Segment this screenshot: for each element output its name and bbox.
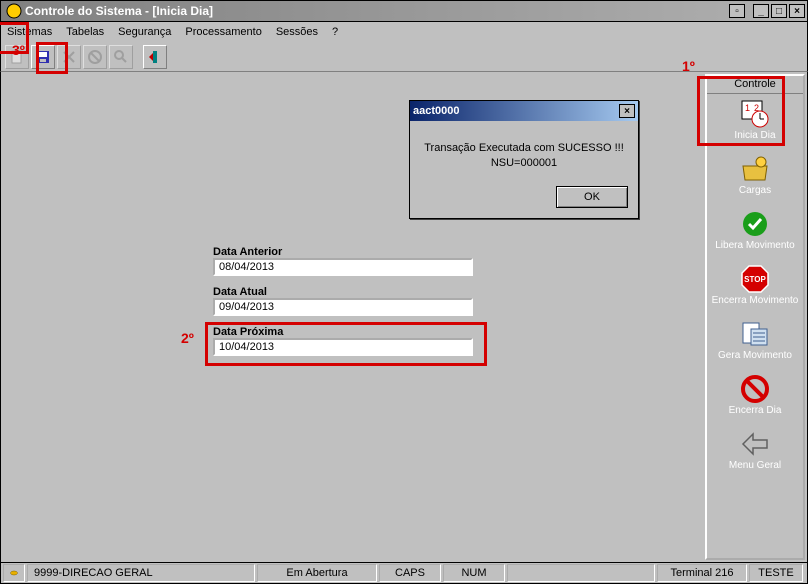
status-terminal: Terminal 216 bbox=[657, 564, 747, 582]
delete-icon bbox=[61, 49, 77, 65]
side-item-label: Inicia Dia bbox=[707, 130, 803, 141]
side-item-encerra-movimento[interactable]: STOP Encerra Movimento bbox=[707, 259, 803, 314]
no-entry-icon bbox=[741, 375, 769, 403]
dialog-close-button[interactable]: × bbox=[619, 104, 635, 118]
new-icon bbox=[9, 49, 25, 65]
side-item-label: Encerra Movimento bbox=[707, 295, 803, 306]
side-panel-header: Controle bbox=[707, 76, 803, 94]
menubar: Sistemas Tabelas Segurança Processamento… bbox=[0, 22, 808, 42]
status-num: NUM bbox=[443, 564, 505, 582]
stop-sign-icon: STOP bbox=[740, 264, 770, 294]
arrow-left-icon bbox=[741, 432, 769, 456]
menu-help[interactable]: ? bbox=[332, 26, 338, 38]
data-atual-input[interactable]: 09/04/2013 bbox=[213, 298, 473, 316]
window-title: Controle do Sistema - [Inicia Dia] bbox=[25, 4, 727, 18]
check-circle-icon bbox=[741, 210, 769, 238]
close-button[interactable]: × bbox=[789, 4, 805, 18]
save-icon bbox=[35, 49, 51, 65]
data-proxima-input[interactable]: 10/04/2013 bbox=[213, 338, 473, 356]
side-item-label: Encerra Dia bbox=[707, 405, 803, 416]
statusbar: 9999-DIRECAO GERAL Em Abertura CAPS NUM … bbox=[0, 562, 808, 584]
workarea: Data Anterior 08/04/2013 Data Atual 09/0… bbox=[1, 72, 705, 562]
svg-text:STOP: STOP bbox=[744, 275, 766, 284]
menu-sessoes[interactable]: Sessões bbox=[276, 26, 318, 38]
menu-sistemas[interactable]: Sistemas bbox=[7, 26, 52, 38]
dialog-message-line2: NSU=000001 bbox=[418, 156, 630, 171]
side-item-label: Libera Movimento bbox=[707, 240, 803, 251]
side-item-inicia-dia[interactable]: 12 Inicia Dia bbox=[707, 94, 803, 149]
side-item-label: Cargas bbox=[707, 185, 803, 196]
status-mode: Em Abertura bbox=[257, 564, 377, 582]
annotation-label-2: 2º bbox=[181, 330, 194, 346]
report-icon bbox=[741, 321, 769, 347]
menu-processamento[interactable]: Processamento bbox=[185, 26, 261, 38]
message-dialog: aact0000 × Transação Executada com SUCES… bbox=[409, 100, 639, 219]
data-anterior-label: Data Anterior bbox=[213, 246, 483, 258]
new-button[interactable] bbox=[5, 45, 29, 69]
maximize-button[interactable]: □ bbox=[771, 4, 787, 18]
status-env: TESTE bbox=[749, 564, 803, 582]
side-item-label: Gera Movimento bbox=[707, 350, 803, 361]
svg-text:1: 1 bbox=[745, 103, 750, 113]
exit-icon bbox=[147, 49, 163, 65]
restore-child-button[interactable]: ▫ bbox=[729, 4, 745, 18]
dialog-ok-button[interactable]: OK bbox=[556, 186, 628, 208]
side-item-libera-movimento[interactable]: Libera Movimento bbox=[707, 204, 803, 259]
dialog-message-line1: Transação Executada com SUCESSO !!! bbox=[418, 141, 630, 156]
search-icon bbox=[113, 49, 129, 65]
side-item-encerra-dia[interactable]: Encerra Dia bbox=[707, 369, 803, 424]
side-panel: Controle 12 Inicia Dia Cargas Libera Mov… bbox=[705, 74, 805, 560]
toolbar bbox=[0, 42, 808, 72]
folder-gear-icon bbox=[741, 156, 769, 182]
delete-button[interactable] bbox=[57, 45, 81, 69]
exit-button[interactable] bbox=[143, 45, 167, 69]
dialog-title: aact0000 bbox=[413, 105, 617, 117]
status-org: 9999-DIRECAO GERAL bbox=[27, 564, 255, 582]
search-button[interactable] bbox=[109, 45, 133, 69]
side-item-menu-geral[interactable]: Menu Geral bbox=[707, 424, 803, 479]
minimize-button[interactable]: _ bbox=[753, 4, 769, 18]
side-item-label: Menu Geral bbox=[707, 460, 803, 471]
status-caps: CAPS bbox=[379, 564, 441, 582]
menu-tabelas[interactable]: Tabelas bbox=[66, 26, 104, 38]
status-icon bbox=[10, 567, 18, 579]
save-button[interactable] bbox=[31, 45, 55, 69]
app-icon bbox=[6, 3, 22, 19]
cancel-button[interactable] bbox=[83, 45, 107, 69]
data-atual-label: Data Atual bbox=[213, 286, 483, 298]
titlebar: Controle do Sistema - [Inicia Dia] ▫ _ □… bbox=[0, 0, 808, 22]
side-item-gera-movimento[interactable]: Gera Movimento bbox=[707, 314, 803, 369]
menu-seguranca[interactable]: Segurança bbox=[118, 26, 171, 38]
cancel-icon bbox=[87, 49, 103, 65]
side-item-cargas[interactable]: Cargas bbox=[707, 149, 803, 204]
data-proxima-label: Data Próxima bbox=[213, 326, 483, 338]
calendar-clock-icon: 12 bbox=[740, 99, 770, 129]
data-anterior-input[interactable]: 08/04/2013 bbox=[213, 258, 473, 276]
